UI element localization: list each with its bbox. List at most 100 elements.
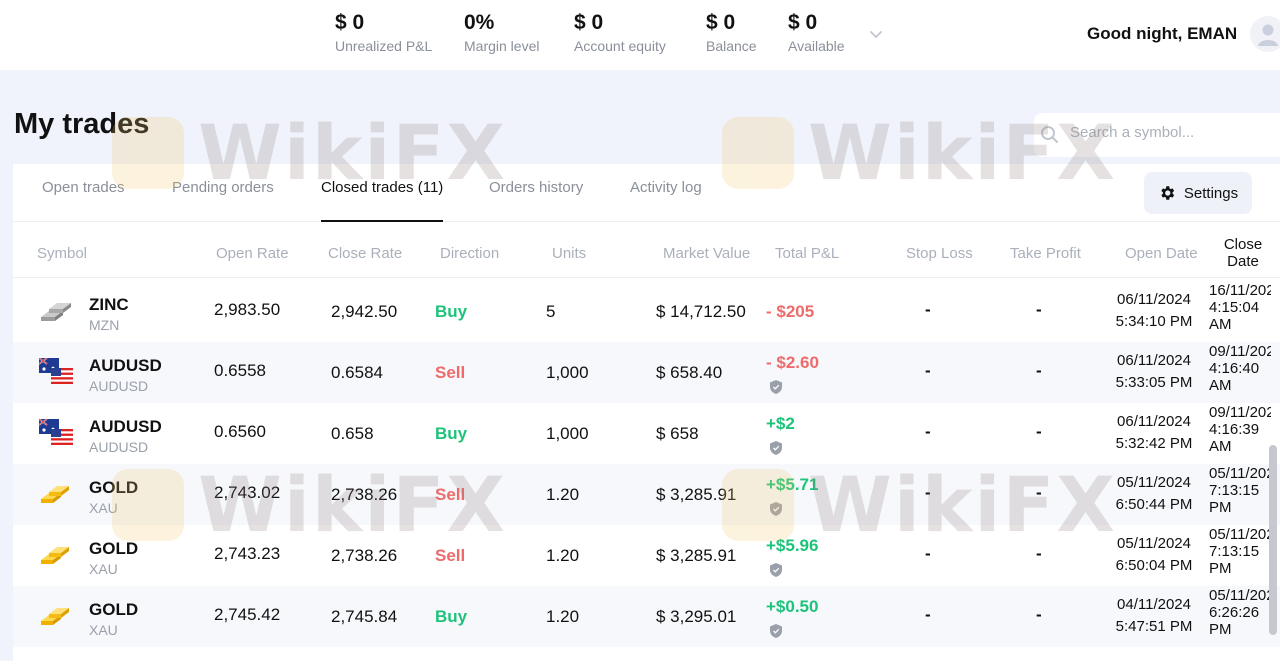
- symbol-name: ZINC: [89, 295, 129, 314]
- column-header-stop-loss[interactable]: Stop Loss: [906, 245, 973, 262]
- open-rate: 2,983.50: [214, 300, 281, 319]
- close-date-time: 4:15:04: [1209, 299, 1260, 316]
- open-date-time: 6:50:04 PM: [1115, 557, 1193, 574]
- metric-unrealized-pnl: $ 0 Unrealized P&L: [335, 10, 432, 55]
- open-date: 05/11/2024 6:50:44 PM: [1114, 472, 1194, 516]
- shield-icon: [770, 563, 782, 577]
- direction: Sell: [435, 363, 466, 382]
- metric-label: Balance: [706, 38, 757, 54]
- shield-icon: [770, 380, 782, 394]
- stop-loss: -: [925, 605, 931, 624]
- table-row[interactable]: GOLD XAU 2,743.02 2,738.26 Sell 1.20 $ 3…: [13, 464, 1280, 525]
- open-date: 06/11/2024 5:34:10 PM: [1114, 289, 1194, 333]
- direction: Buy: [435, 302, 468, 321]
- avatar[interactable]: [1250, 16, 1280, 52]
- market-value: $ 3,285.91: [656, 485, 737, 504]
- page-title: My trades: [14, 108, 150, 140]
- symbol-name: GOLD: [89, 478, 139, 497]
- tab-open-trades[interactable]: Open trades: [42, 179, 125, 222]
- close-date-ampm: PM: [1209, 499, 1232, 516]
- units: 1.20: [546, 546, 580, 565]
- column-header-take-profit[interactable]: Take Profit: [1010, 245, 1081, 262]
- total-pnl: +$0.50: [766, 597, 819, 616]
- search-input[interactable]: [1070, 124, 1270, 141]
- symbol-code: XAU: [89, 622, 118, 638]
- search-icon: [1041, 126, 1058, 143]
- symbol-name: GOLD: [89, 600, 139, 619]
- tab-orders-history[interactable]: Orders history: [489, 179, 583, 222]
- take-profit: -: [1036, 361, 1042, 380]
- direction: Sell: [435, 485, 466, 504]
- close-date-day: 05/11/2024: [1209, 526, 1271, 543]
- zinc-icon: [41, 303, 71, 321]
- symbol-name: GOLD: [89, 539, 139, 558]
- settings-button[interactable]: Settings: [1144, 172, 1252, 214]
- close-rate: 2,745.84: [331, 607, 398, 626]
- open-date-time: 5:47:51 PM: [1115, 618, 1193, 635]
- vertical-scrollbar[interactable]: [1269, 445, 1277, 635]
- chevron-down-icon[interactable]: [866, 24, 886, 44]
- open-date-day: 04/11/2024: [1117, 596, 1191, 613]
- open-date-time: 6:50:44 PM: [1115, 496, 1193, 513]
- market-value: $ 3,295.01: [656, 607, 737, 626]
- direction: Sell: [435, 546, 466, 565]
- column-header-close-rate[interactable]: Close Rate: [328, 245, 402, 262]
- close-date: 05/11/20247:13:15PM: [1209, 465, 1271, 516]
- column-header-close-date[interactable]: Close Date: [1218, 236, 1268, 270]
- metric-label: Available: [788, 38, 845, 54]
- table-row[interactable]: ZINC MZN 2,983.50 2,942.50 Buy 5 $ 14,71…: [13, 281, 1280, 342]
- units: 5: [546, 302, 556, 321]
- close-date-day: 09/11/2024: [1209, 404, 1271, 421]
- stop-loss: -: [925, 483, 931, 502]
- symbol-code: AUDUSD: [89, 439, 149, 455]
- open-date-day: 06/11/2024: [1117, 352, 1191, 369]
- open-rate: 2,743.02: [214, 483, 281, 502]
- open-date-time: 5:33:05 PM: [1115, 374, 1193, 391]
- metric-available: $ 0 Available: [788, 10, 845, 55]
- open-rate: 0.6558: [214, 361, 266, 380]
- column-header-units[interactable]: Units: [552, 245, 586, 262]
- market-value: $ 658.40: [656, 363, 723, 382]
- tab-pending-orders[interactable]: Pending orders: [172, 179, 274, 222]
- close-date-time: 6:26:26: [1209, 604, 1260, 621]
- metric-account-equity: $ 0 Account equity: [574, 10, 666, 55]
- close-date-day: 09/11/2024: [1209, 343, 1271, 360]
- column-header-open-rate[interactable]: Open Rate: [216, 245, 289, 262]
- open-rate: 2,743.23: [214, 544, 281, 563]
- market-value: $ 14,712.50: [656, 302, 746, 321]
- units: 1,000: [546, 424, 589, 443]
- tab-activity-log[interactable]: Activity log: [630, 179, 702, 222]
- tab-closed-trades[interactable]: Closed trades (11): [321, 179, 444, 222]
- gold-bars-icon: [41, 547, 69, 564]
- aud-usd-flag-icon: [39, 358, 73, 384]
- open-date-day: 06/11/2024: [1117, 413, 1191, 430]
- shield-icon: [770, 502, 782, 516]
- close-date: 09/11/20244:16:40AM: [1209, 343, 1271, 394]
- table-row[interactable]: GOLD XAU 2,743.23 2,738.26 Sell 1.20 $ 3…: [13, 525, 1280, 586]
- gold-bars-icon: [41, 608, 69, 625]
- total-pnl: +$2: [766, 414, 795, 433]
- table-row[interactable]: AUDUSD AUDUSD 0.6558 0.6584 Sell 1,000 $…: [13, 342, 1280, 403]
- direction: Buy: [435, 607, 468, 626]
- trade-tabs: Open trades Pending orders Closed trades…: [13, 164, 1280, 222]
- metric-value: $ 0: [574, 11, 604, 34]
- symbol-code: XAU: [89, 500, 118, 516]
- metric-value: $ 0: [335, 11, 365, 34]
- table-row[interactable]: AUDUSD AUDUSD 0.6560 0.658 Buy 1,000 $ 6…: [13, 403, 1280, 464]
- column-header-open-date[interactable]: Open Date: [1125, 245, 1198, 262]
- column-header-symbol[interactable]: Symbol: [37, 245, 87, 262]
- shield-icon: [770, 624, 782, 638]
- metric-balance: $ 0 Balance: [706, 10, 757, 55]
- close-date-time: 4:16:40: [1209, 360, 1260, 377]
- column-header-market-value[interactable]: Market Value: [663, 245, 750, 262]
- settings-label: Settings: [1183, 184, 1239, 202]
- close-rate: 2,942.50: [331, 302, 398, 321]
- column-header-total-pnl[interactable]: Total P&L: [775, 245, 839, 262]
- table-row[interactable]: GOLD XAU 2,745.42 2,745.84 Buy 1.20 $ 3,…: [13, 586, 1280, 647]
- close-date-day: 16/11/2024: [1209, 282, 1271, 299]
- open-date-day: 05/11/2024: [1117, 474, 1191, 491]
- search-box: [1034, 113, 1280, 157]
- open-rate: 0.6560: [214, 422, 266, 441]
- column-header-direction[interactable]: Direction: [440, 245, 499, 262]
- trades-panel: Open trades Pending orders Closed trades…: [13, 164, 1280, 661]
